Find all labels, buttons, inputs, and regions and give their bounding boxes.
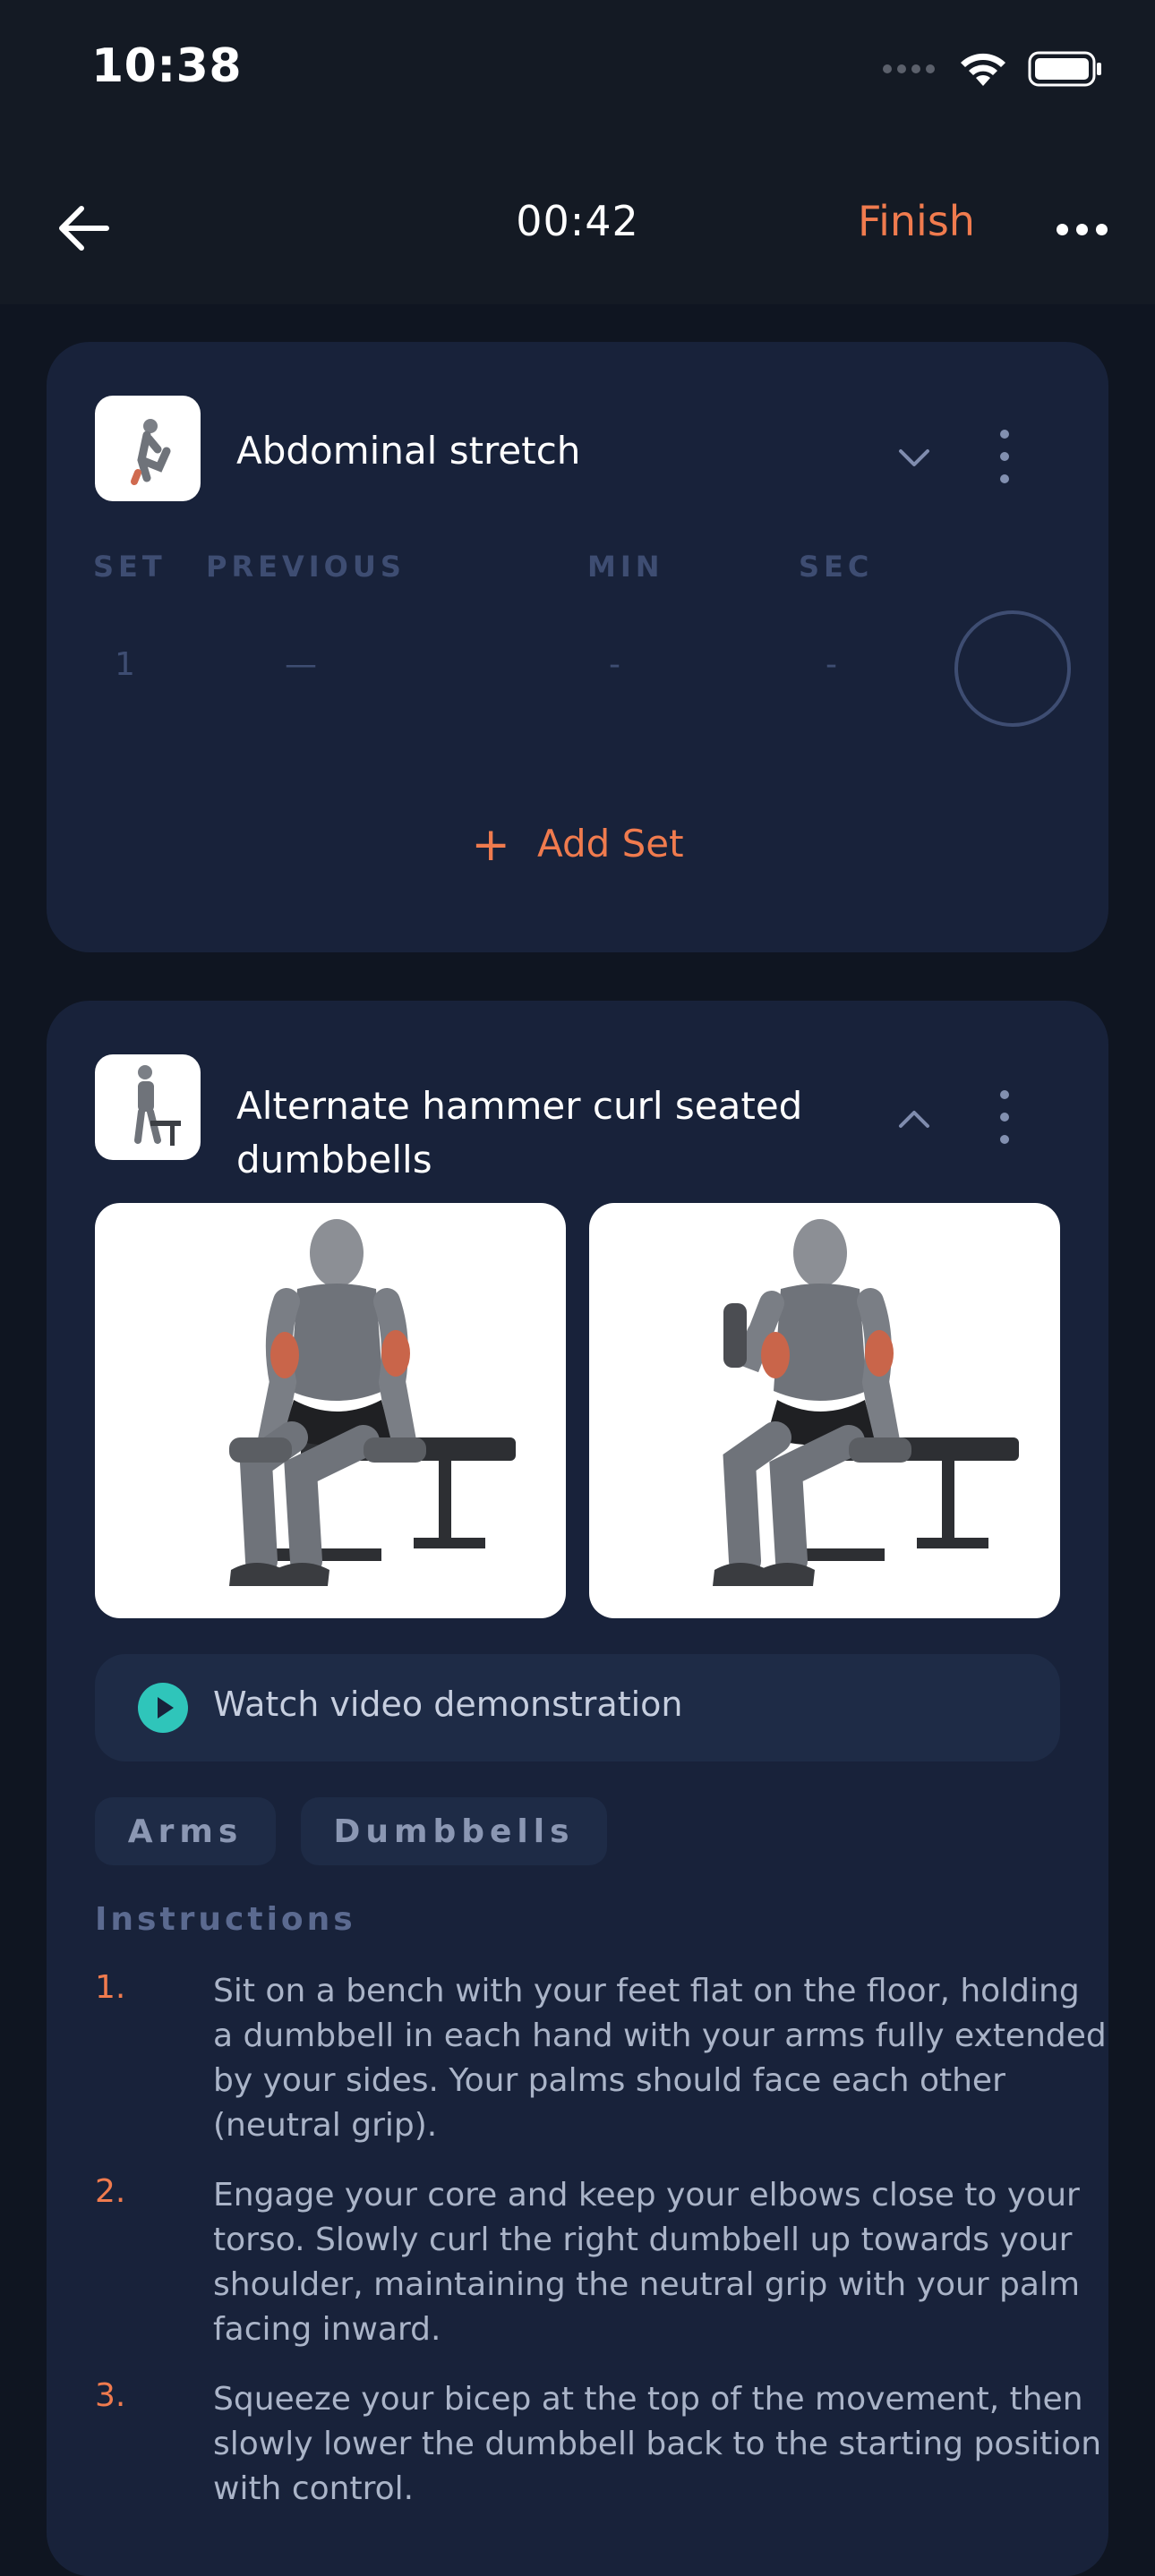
exercise-thumbnail (95, 1054, 201, 1160)
tag-dumbbells: Dumbbells (301, 1797, 607, 1865)
battery-icon (1028, 51, 1101, 87)
chevron-down-icon[interactable] (892, 440, 937, 476)
add-set-label: Add Set (536, 822, 684, 866)
exercise-image-curl (589, 1203, 1060, 1618)
set-complete-checkbox[interactable] (954, 610, 1071, 727)
status-icons (883, 50, 1103, 88)
exercise-title-line1: Alternate hammer curl seated (236, 1084, 803, 1128)
exercise-title: Alternate hammer curl seated dumbbells (236, 1079, 802, 1187)
exercise-card-abdominal-stretch: Abdominal stretch SET PREVIOUS MIN SEC 1… (47, 342, 1108, 952)
anatomy-figure-curl (713, 1219, 1019, 1586)
add-set-button[interactable]: + Add Set (47, 818, 1108, 872)
sec-input[interactable]: - (826, 646, 837, 683)
instructions-heading: Instructions (95, 1901, 356, 1938)
exercise-thumbnail (95, 396, 201, 501)
step-text: Squeeze your bicep at the top of the mov… (213, 2381, 1102, 2507)
exercise-title: Abdominal stretch (236, 429, 581, 473)
workout-header: 00:42 Finish (0, 143, 1155, 304)
cellular-signal-icon (883, 64, 935, 73)
step-number: 1. (95, 1969, 126, 2006)
step-number: 2. (95, 2173, 126, 2210)
column-previous: PREVIOUS (206, 550, 406, 584)
tag-arms: Arms (95, 1797, 276, 1865)
step-number: 3. (95, 2377, 126, 2414)
watch-video-button[interactable]: Watch video demonstration (95, 1654, 1060, 1761)
previous-value: — (285, 646, 317, 683)
status-time: 10:38 (91, 39, 243, 93)
column-set: SET (93, 550, 167, 584)
exercise-menu-icon[interactable] (996, 1090, 1014, 1144)
plus-icon: + (471, 818, 510, 872)
watch-video-label: Watch video demonstration (213, 1685, 683, 1724)
play-icon (138, 1683, 188, 1733)
workout-timer: 00:42 (516, 197, 639, 245)
step-text: Sit on a bench with your feet flat on th… (213, 1973, 1107, 2144)
step-text: Engage your core and keep your elbows cl… (213, 2177, 1081, 2348)
seated-figure-icon (134, 1065, 181, 1146)
exercise-title-line2: dumbbells (236, 1138, 432, 1181)
anatomy-figure-start (229, 1219, 516, 1586)
stretch-figure-icon (131, 419, 171, 485)
chevron-up-icon[interactable] (892, 1101, 937, 1137)
column-sec: SEC (799, 550, 874, 584)
set-number: 1 (115, 646, 135, 683)
exercise-card-hammer-curl: Alternate hammer curl seated dumbbells W… (47, 1001, 1108, 2576)
finish-button[interactable]: Finish (858, 197, 975, 245)
more-options-icon[interactable] (1057, 211, 1110, 247)
status-bar: 10:38 (0, 0, 1155, 143)
exercise-image-start (95, 1203, 566, 1618)
column-min: MIN (587, 550, 664, 584)
wifi-icon (961, 53, 1005, 86)
exercise-menu-icon[interactable] (996, 430, 1014, 483)
min-input[interactable]: - (609, 646, 620, 683)
